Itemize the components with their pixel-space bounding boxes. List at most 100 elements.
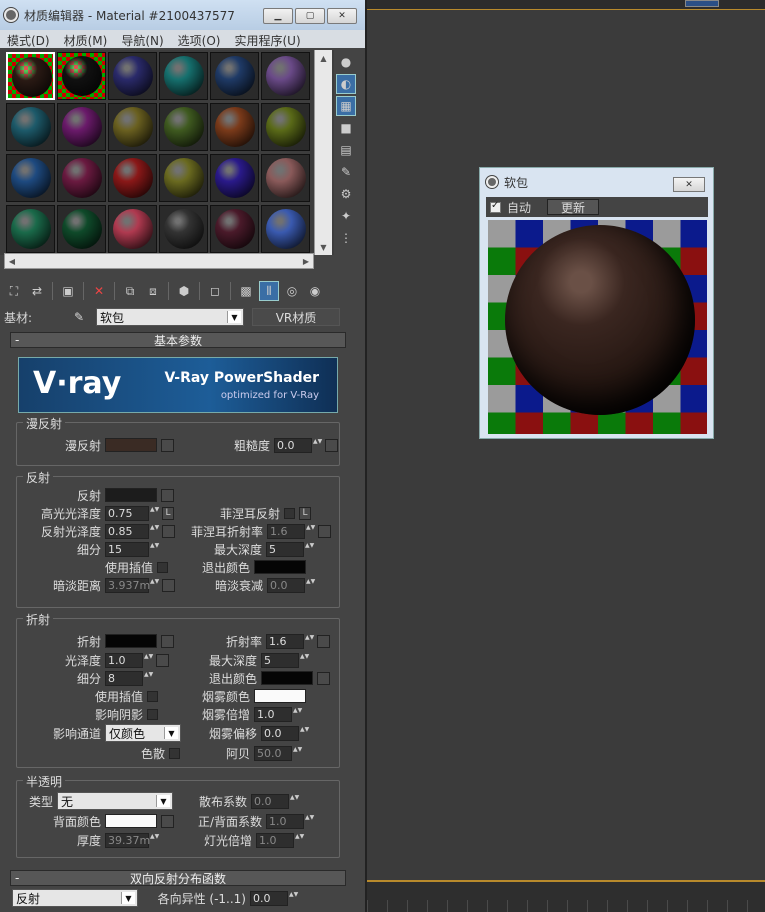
- spinner-arrows-icon[interactable]: ▲▼: [306, 578, 315, 593]
- menu-material[interactable]: 材质(M): [57, 30, 115, 48]
- close-icon[interactable]: ✕: [327, 8, 357, 24]
- fresnel-lock-button[interactable]: L: [299, 506, 311, 520]
- r-use-interp-checkbox[interactable]: [147, 690, 158, 702]
- spinner-arrows-icon[interactable]: ▲▼: [305, 634, 314, 649]
- show-end-result-icon[interactable]: ⫴: [259, 281, 279, 301]
- maximize-icon[interactable]: ▢: [295, 8, 325, 24]
- roughness-spinner[interactable]: 0.0: [274, 437, 312, 453]
- diffuse-map-button[interactable]: [161, 438, 174, 452]
- scroll-right-icon[interactable]: ▶: [299, 254, 313, 268]
- scroll-up-icon[interactable]: ▲: [315, 50, 332, 66]
- dim-dist-spinner[interactable]: 3.937m: [105, 577, 150, 593]
- dim-dist-checkbox[interactable]: [162, 578, 175, 592]
- assign-to-selection-icon[interactable]: ▣: [58, 281, 78, 301]
- go-to-parent-icon[interactable]: ◎: [282, 281, 302, 301]
- aniso-spinner[interactable]: 0.0: [250, 890, 288, 906]
- fresnel-ior-map-button[interactable]: [318, 524, 331, 538]
- show-map-icon[interactable]: ▩: [236, 281, 256, 301]
- material-slot[interactable]: [57, 103, 106, 151]
- material-slot[interactable]: [6, 103, 55, 151]
- scroll-down-icon[interactable]: ▼: [315, 239, 332, 255]
- copy-material-icon[interactable]: ⧉: [120, 281, 140, 301]
- material-slot[interactable]: [108, 103, 157, 151]
- select-by-material-icon[interactable]: ✦: [336, 206, 356, 226]
- uv-tiling-icon[interactable]: ■: [336, 118, 356, 138]
- r-exit-checkbox[interactable]: [317, 671, 330, 685]
- ior-map-button[interactable]: [317, 634, 330, 648]
- menu-mode[interactable]: 模式(D): [0, 30, 57, 48]
- material-slot[interactable]: [210, 205, 259, 253]
- ior-spinner[interactable]: 1.6: [266, 633, 304, 649]
- material-slot[interactable]: [261, 103, 310, 151]
- gloss-map-button[interactable]: [156, 653, 169, 667]
- refract-color-swatch[interactable]: [105, 634, 157, 648]
- material-slot[interactable]: [108, 205, 157, 253]
- material-slot[interactable]: [108, 154, 157, 202]
- brdf-type-dropdown[interactable]: 反射 ▼: [12, 889, 138, 907]
- material-slot[interactable]: [108, 52, 157, 100]
- refl-gloss-map-button[interactable]: [162, 524, 175, 538]
- auto-checkbox[interactable]: [490, 200, 501, 213]
- refract-map-button[interactable]: [161, 634, 174, 648]
- fwd-back-spinner[interactable]: 1.0: [266, 813, 304, 829]
- spinner-arrows-icon[interactable]: ▲▼: [144, 671, 153, 686]
- material-slot[interactable]: [159, 52, 208, 100]
- material-slot[interactable]: [210, 154, 259, 202]
- material-slot[interactable]: [210, 103, 259, 151]
- roughness-map-button[interactable]: [325, 438, 338, 452]
- affect-channels-dropdown[interactable]: 仅颜色 ▼: [105, 724, 181, 742]
- make-preview-icon[interactable]: ✎: [336, 162, 356, 182]
- material-slot[interactable]: [210, 52, 259, 100]
- spinner-arrows-icon[interactable]: ▲▼: [150, 506, 159, 521]
- r-exit-swatch[interactable]: [261, 671, 313, 685]
- dim-falloff-spinner[interactable]: 0.0: [267, 577, 305, 593]
- spinner-arrows-icon[interactable]: ▲▼: [293, 746, 302, 761]
- viewport[interactable]: [366, 0, 765, 912]
- gloss-spinner[interactable]: 1.0: [105, 652, 143, 668]
- material-slot[interactable]: [57, 154, 106, 202]
- material-slot[interactable]: [159, 154, 208, 202]
- hilight-gloss-spinner[interactable]: 0.75: [105, 505, 149, 521]
- spinner-arrows-icon[interactable]: ▲▼: [150, 542, 159, 557]
- fog-bias-spinner[interactable]: 0.0: [261, 725, 299, 741]
- reflect-color-swatch[interactable]: [105, 488, 157, 502]
- make-unique-icon[interactable]: ⧈: [143, 281, 163, 301]
- material-slot[interactable]: [57, 52, 106, 100]
- thickness-spinner[interactable]: 39.37m: [105, 832, 150, 848]
- material-slot[interactable]: [261, 154, 310, 202]
- scroll-left-icon[interactable]: ◀: [5, 254, 19, 268]
- subdivs-spinner[interactable]: 15: [105, 541, 149, 557]
- spinner-arrows-icon[interactable]: ▲▼: [293, 707, 302, 722]
- spinner-arrows-icon[interactable]: ▲▼: [150, 578, 159, 593]
- background-icon[interactable]: ▦: [336, 96, 356, 116]
- material-slot[interactable]: [6, 205, 55, 253]
- spinner-arrows-icon[interactable]: ▲▼: [313, 438, 322, 453]
- video-color-check-icon[interactable]: ▤: [336, 140, 356, 160]
- fog-mult-spinner[interactable]: 1.0: [254, 706, 292, 722]
- slots-vertical-scrollbar[interactable]: ▲ ▼: [314, 50, 332, 255]
- menu-options[interactable]: 选项(O): [171, 30, 228, 48]
- material-navigator-icon[interactable]: ⋮: [336, 228, 356, 248]
- spinner-arrows-icon[interactable]: ▲▼: [306, 524, 315, 539]
- sample-type-icon[interactable]: ●: [336, 52, 356, 72]
- dispersion-checkbox[interactable]: [169, 747, 180, 759]
- fresnel-ior-spinner[interactable]: 1.6: [267, 523, 305, 539]
- hilight-lock-button[interactable]: L: [162, 506, 174, 520]
- back-color-map-button[interactable]: [161, 814, 174, 828]
- update-button[interactable]: 更新: [547, 199, 600, 215]
- fog-color-swatch[interactable]: [254, 689, 306, 703]
- spinner-arrows-icon[interactable]: ▲▼: [144, 653, 153, 668]
- get-material-icon[interactable]: ⛶: [4, 281, 24, 301]
- back-color-swatch[interactable]: [105, 814, 157, 828]
- material-slot[interactable]: [159, 205, 208, 253]
- material-slot[interactable]: [261, 205, 310, 253]
- refl-gloss-spinner[interactable]: 0.85: [105, 523, 149, 539]
- close-icon[interactable]: ✕: [673, 177, 705, 192]
- material-type-button[interactable]: VR材质: [252, 308, 340, 326]
- basic-params-rollout[interactable]: - 基本参数: [10, 332, 346, 348]
- options-icon[interactable]: ⚙: [336, 184, 356, 204]
- spinner-arrows-icon[interactable]: ▲▼: [150, 833, 159, 848]
- use-interp-checkbox[interactable]: [157, 561, 168, 573]
- spinner-arrows-icon[interactable]: ▲▼: [305, 814, 314, 829]
- material-slot[interactable]: [159, 103, 208, 151]
